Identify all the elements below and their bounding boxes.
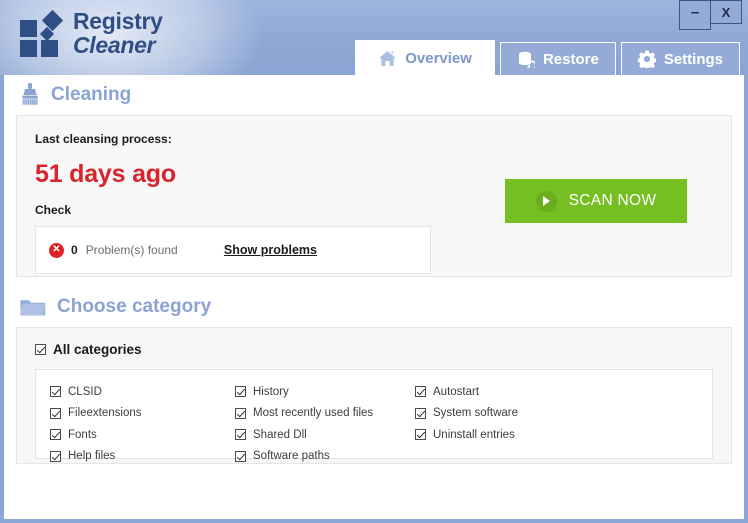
app-logo: Registry Cleaner — [20, 9, 163, 57]
brush-icon — [20, 83, 40, 107]
cleaning-section-header: Cleaning — [4, 75, 744, 115]
problem-summary-box: ✕ 0 Problem(s) found Show problems — [35, 226, 431, 274]
cleaning-panel: Last cleansing process: 51 days ago Chec… — [16, 115, 732, 277]
category-item-history[interactable]: History — [235, 381, 415, 403]
main-content: Cleaning Last cleansing process: 51 days… — [4, 75, 744, 519]
app-logo-text: Registry Cleaner — [73, 10, 163, 57]
category-item-autostart[interactable]: Autostart — [415, 381, 600, 403]
category-item-fonts[interactable]: Fonts — [50, 424, 235, 446]
category-item-most-recently-used-files[interactable]: Most recently used files — [235, 403, 415, 425]
category-item-system-software[interactable]: System software — [415, 403, 600, 425]
category-label: System software — [433, 407, 518, 420]
database-restore-icon — [517, 51, 535, 68]
all-categories-row[interactable]: All categories — [35, 342, 713, 357]
checkbox-clsid[interactable] — [50, 386, 61, 398]
checkbox-fileextensions[interactable] — [50, 407, 61, 419]
error-icon: ✕ — [49, 242, 64, 258]
category-list: CLSID Fileextensions Fonts Help files Hi… — [35, 369, 713, 462]
scan-now-button[interactable]: SCAN NOW — [505, 179, 687, 223]
all-categories-checkbox[interactable] — [35, 344, 46, 355]
play-icon — [535, 190, 557, 212]
all-categories-label: All categories — [53, 342, 142, 357]
show-problems-link[interactable]: Show problems — [224, 243, 317, 257]
category-label: CLSID — [68, 385, 102, 398]
home-icon — [378, 50, 397, 67]
category-label: Help files — [68, 450, 116, 463]
category-column-1: CLSID Fileextensions Fonts Help files — [50, 381, 235, 462]
category-label: Fonts — [68, 428, 97, 441]
category-item-software-paths[interactable]: Software paths — [235, 446, 415, 468]
checkbox-history[interactable] — [235, 386, 246, 398]
category-label: Fileextensions — [68, 407, 142, 420]
tab-settings[interactable]: Settings — [620, 42, 740, 75]
category-item-uninstall-entries[interactable]: Uninstall entries — [415, 424, 600, 446]
category-label: History — [253, 385, 289, 398]
minimize-button[interactable]: – — [679, 0, 711, 30]
application-window: – X Registry Cleaner Overview Restore Se… — [0, 0, 748, 523]
folder-icon — [20, 297, 46, 317]
category-column-3: Autostart System software Uninstall entr… — [415, 381, 600, 447]
scan-now-label: SCAN NOW — [568, 192, 657, 209]
category-item-fileextensions[interactable]: Fileextensions — [50, 403, 235, 425]
tab-restore-label: Restore — [542, 50, 599, 68]
category-label: Most recently used files — [253, 407, 374, 420]
tab-overview-label: Overview — [405, 49, 472, 67]
tab-bar: Overview Restore Settings — [350, 40, 740, 75]
category-label: Software paths — [253, 450, 330, 463]
tab-overview[interactable]: Overview — [355, 40, 495, 75]
gear-icon — [637, 50, 656, 68]
category-label: Shared Dll — [253, 428, 307, 441]
tab-settings-label: Settings — [663, 50, 723, 68]
checkbox-autostart[interactable] — [415, 386, 426, 398]
window-controls: – X — [679, 0, 742, 30]
cleaning-section-title: Cleaning — [51, 84, 132, 105]
category-section-title: Choose category — [57, 296, 212, 317]
checkbox-fonts[interactable] — [50, 429, 61, 441]
checkbox-software-paths[interactable] — [235, 450, 246, 462]
squares-diamonds-logo-icon — [20, 9, 64, 57]
category-label: Autostart — [433, 385, 480, 398]
checkbox-most-recently-used-files[interactable] — [235, 407, 246, 419]
brand-line-2: Cleaner — [73, 32, 156, 58]
checkbox-help-files[interactable] — [50, 450, 61, 462]
last-cleansing-label: Last cleansing process: — [35, 132, 172, 146]
close-button[interactable]: X — [710, 0, 742, 24]
category-item-help-files[interactable]: Help files — [50, 446, 235, 468]
categories-panel: All categories CLSID Fileextensions Font… — [16, 327, 732, 464]
checkbox-shared-dll[interactable] — [235, 429, 246, 441]
checkbox-uninstall-entries[interactable] — [415, 429, 426, 441]
category-label: Uninstall entries — [433, 428, 515, 441]
category-item-clsid[interactable]: CLSID — [50, 381, 235, 403]
problem-count: 0 — [71, 243, 78, 257]
title-bar: – X Registry Cleaner Overview Restore Se… — [0, 0, 748, 75]
checkbox-system-software[interactable] — [415, 407, 426, 419]
problem-found-label: Problem(s) found — [85, 243, 178, 257]
brand-line-1: Registry — [73, 8, 163, 34]
tab-restore[interactable]: Restore — [499, 42, 616, 75]
category-item-shared-dll[interactable]: Shared Dll — [235, 424, 415, 446]
category-column-2: History Most recently used files Shared … — [235, 381, 415, 462]
category-section-header: Choose category — [4, 287, 744, 327]
